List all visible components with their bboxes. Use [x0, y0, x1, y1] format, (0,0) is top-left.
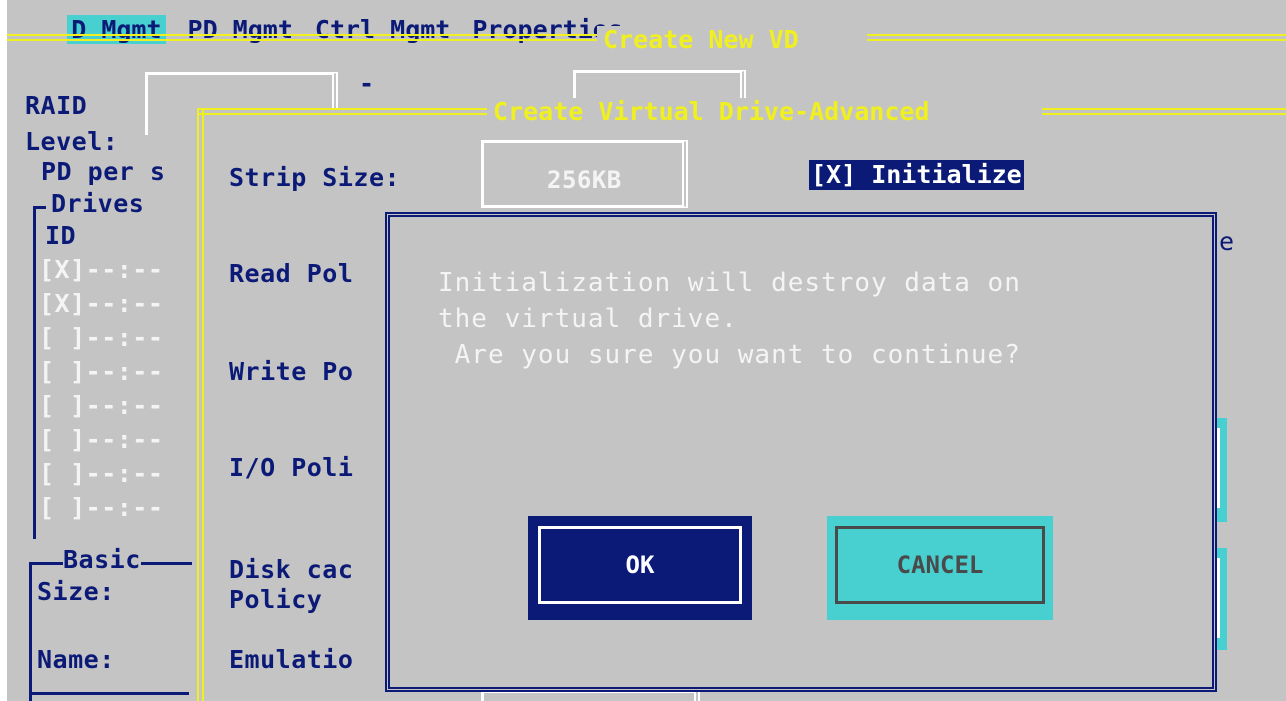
name-label: Name:: [37, 645, 115, 674]
basic-group-bottom: [29, 692, 189, 695]
drive-row[interactable]: [ ]--:--: [39, 392, 163, 420]
advanced-window-left-border: [197, 110, 204, 701]
drives-id-header: ID: [45, 221, 77, 250]
drive-row[interactable]: [ ]--:--: [39, 494, 163, 522]
dialog-message-line-2: the virtual drive.: [438, 304, 738, 334]
advanced-window-title: Create Virtual Drive-Advanced: [487, 98, 936, 126]
outer-window-border-right: [867, 34, 1286, 41]
dialog-message-line-3: Are you sure you want to continue?: [438, 340, 1021, 370]
drive-row[interactable]: [ ]--:--: [39, 426, 163, 454]
outer-window-border-left: [7, 34, 597, 41]
right-edge-fragment: e: [1219, 227, 1235, 256]
basic-group-label: Basic: [63, 545, 141, 574]
drive-row[interactable]: [ ]--:--: [39, 358, 163, 386]
dialog-message-line-1: Initialization will destroy data on: [438, 268, 1021, 298]
drive-row[interactable]: [ ]--:--: [39, 460, 163, 488]
emulation-label: Emulatio: [229, 645, 354, 674]
menu-bar: D Mgmt PD Mgmt Ctrl Mgmt Properties: [7, 0, 1286, 44]
io-policy-label: I/O Poli: [229, 453, 354, 482]
read-policy-label: Read Pol: [229, 259, 354, 288]
drive-row[interactable]: [X]--:--: [39, 256, 163, 284]
advanced-window-top-border-right: [1042, 108, 1286, 115]
bios-screen: D Mgmt PD Mgmt Ctrl Mgmt Properties Create …: [7, 0, 1286, 701]
write-policy-label: Write Po: [229, 357, 354, 386]
ok-button[interactable]: OK: [528, 516, 752, 620]
disk-cache-policy-label: Policy: [229, 585, 323, 614]
initialize-checkbox[interactable]: [X] Initialize: [809, 160, 1024, 190]
cancel-button[interactable]: CANCEL: [827, 516, 1053, 620]
confirm-dialog: Initialization will destroy data on the …: [385, 212, 1217, 692]
disk-cache-label: Disk cac: [229, 555, 354, 584]
drives-group-label: Drives: [51, 189, 145, 218]
outer-window-title: Create New VD: [597, 26, 805, 54]
ok-button-label: OK: [538, 526, 742, 604]
drive-row[interactable]: [X]--:--: [39, 290, 163, 318]
cancel-button-label: CANCEL: [835, 526, 1045, 604]
size-label: Size:: [37, 577, 115, 606]
strip-size-value: 256KB: [547, 166, 622, 194]
strip-size-label: Strip Size:: [229, 163, 401, 192]
raid-label: RAID: [25, 91, 88, 120]
advanced-window-top-border-left: [197, 108, 487, 115]
raid-dash: -: [359, 69, 375, 98]
level-label: Level:: [25, 127, 119, 156]
drive-row[interactable]: [ ]--:--: [39, 324, 163, 352]
pd-per-span-label: PD per s: [41, 157, 166, 186]
